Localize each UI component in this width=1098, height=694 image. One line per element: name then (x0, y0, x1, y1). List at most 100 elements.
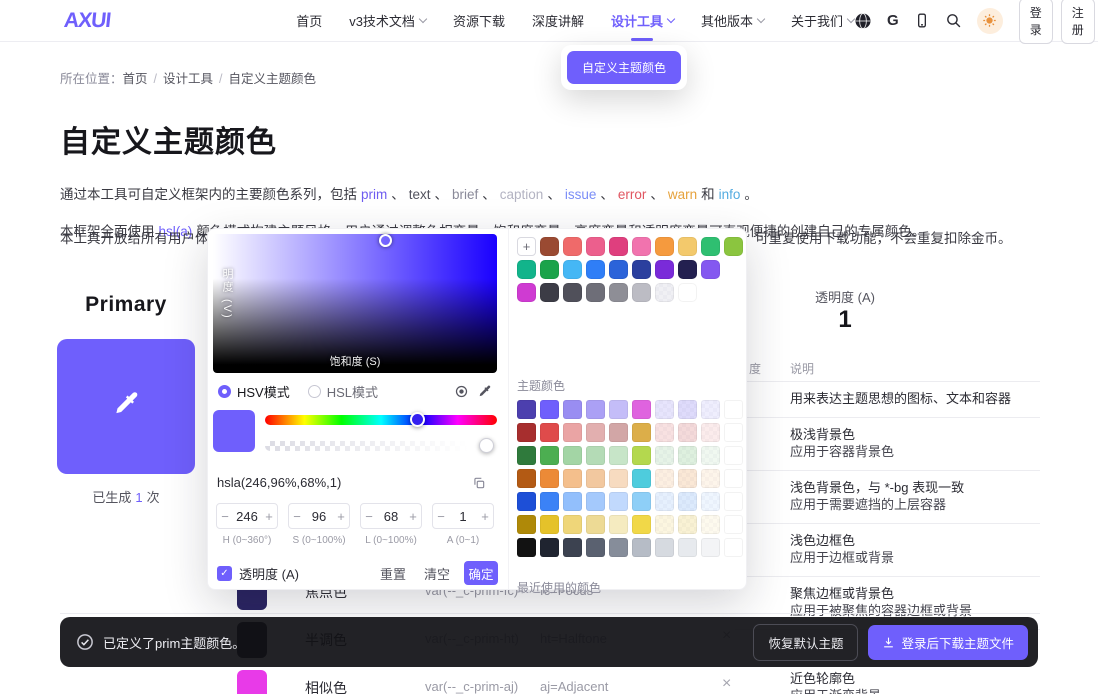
nav-item-other-versions[interactable]: 其他版本 (701, 0, 764, 41)
color-swatch[interactable] (517, 515, 536, 534)
color-link-issue[interactable]: issue (565, 187, 597, 202)
alpha-cursor[interactable] (479, 438, 494, 453)
color-swatch[interactable] (517, 423, 536, 442)
color-swatch[interactable] (724, 446, 743, 465)
logo[interactable]: AXUI (63, 9, 112, 33)
color-swatch[interactable] (701, 260, 720, 279)
increment-button[interactable]: + (261, 509, 277, 524)
decrement-button[interactable]: − (289, 509, 305, 524)
color-swatch[interactable] (563, 283, 582, 302)
color-swatch[interactable] (701, 538, 720, 557)
color-swatch[interactable] (724, 400, 743, 419)
gitee-icon[interactable]: G (887, 12, 899, 29)
color-swatch[interactable] (609, 492, 628, 511)
color-link-info[interactable]: info (719, 187, 741, 202)
color-swatch[interactable] (563, 538, 582, 557)
color-swatch[interactable] (540, 469, 559, 488)
color-swatch[interactable] (724, 538, 743, 557)
primary-color-swatch[interactable] (57, 339, 195, 474)
color-swatch[interactable] (540, 400, 559, 419)
color-link-brief[interactable]: brief (452, 187, 478, 202)
color-swatch[interactable] (632, 492, 651, 511)
confirm-button[interactable]: 确定 (464, 561, 498, 585)
color-swatch[interactable] (632, 515, 651, 534)
color-link-caption[interactable]: caption (500, 187, 544, 202)
copy-icon[interactable] (472, 476, 486, 490)
color-swatch[interactable] (517, 400, 536, 419)
color-swatch[interactable] (724, 469, 743, 488)
clear-button[interactable]: 清空 (424, 564, 450, 583)
color-swatch[interactable] (540, 492, 559, 511)
search-icon[interactable] (945, 12, 962, 29)
color-swatch[interactable] (586, 400, 605, 419)
color-swatch[interactable] (678, 237, 697, 256)
hsl-mode-label[interactable]: HSL模式 (327, 382, 378, 401)
color-swatch[interactable] (540, 515, 559, 534)
color-swatch[interactable] (724, 492, 743, 511)
color-swatch[interactable] (609, 400, 628, 419)
alpha-input[interactable]: 1 (449, 509, 477, 524)
hue-cursor[interactable] (410, 412, 425, 427)
color-swatch[interactable] (632, 538, 651, 557)
color-swatch[interactable] (701, 469, 720, 488)
increment-button[interactable]: + (405, 509, 421, 524)
mobile-icon[interactable] (914, 12, 930, 29)
color-swatch[interactable] (517, 469, 536, 488)
breadcrumb-home[interactable]: 首页 (123, 72, 148, 86)
color-swatch[interactable] (655, 492, 674, 511)
color-swatch[interactable] (678, 260, 697, 279)
saturation-value-area[interactable]: 明度 (V) 饱和度 (S) (213, 234, 497, 373)
color-swatch[interactable] (678, 515, 697, 534)
color-swatch[interactable] (586, 446, 605, 465)
color-swatch[interactable] (701, 237, 720, 256)
color-swatch[interactable] (609, 423, 628, 442)
color-swatch[interactable] (609, 446, 628, 465)
color-swatch[interactable] (632, 237, 651, 256)
color-swatch[interactable] (563, 237, 582, 256)
color-swatch[interactable] (609, 260, 628, 279)
color-swatch[interactable] (586, 237, 605, 256)
nav-item-home[interactable]: 首页 (296, 0, 322, 41)
color-swatch[interactable] (678, 283, 697, 302)
color-swatch[interactable] (632, 283, 651, 302)
color-swatch[interactable] (655, 469, 674, 488)
color-swatch[interactable] (563, 469, 582, 488)
theme-toggle-icon[interactable] (977, 8, 1003, 34)
color-link-error[interactable]: error (618, 187, 647, 202)
color-swatch[interactable] (701, 515, 720, 534)
hue-input[interactable]: 246 (233, 509, 261, 524)
add-color-button[interactable]: + (517, 237, 536, 256)
color-swatch[interactable] (632, 400, 651, 419)
increment-button[interactable]: + (333, 509, 349, 524)
color-swatch[interactable] (724, 237, 743, 256)
color-swatch[interactable] (609, 237, 628, 256)
color-swatch[interactable] (678, 446, 697, 465)
decrement-button[interactable]: − (217, 509, 233, 524)
color-swatch[interactable] (563, 446, 582, 465)
color-swatch[interactable] (563, 423, 582, 442)
color-swatch[interactable] (655, 423, 674, 442)
color-swatch[interactable] (724, 515, 743, 534)
increment-button[interactable]: + (477, 509, 493, 524)
color-swatch[interactable] (237, 670, 267, 694)
color-swatch[interactable] (517, 492, 536, 511)
login-button[interactable]: 登录 (1019, 0, 1053, 44)
color-swatch[interactable] (724, 423, 743, 442)
saturation-input[interactable]: 96 (305, 509, 333, 524)
hsl-mode-radio[interactable] (308, 385, 321, 398)
color-swatch[interactable] (586, 260, 605, 279)
color-swatch[interactable] (655, 260, 674, 279)
color-swatch[interactable] (563, 260, 582, 279)
color-swatch[interactable] (655, 237, 674, 256)
eyedropper-icon[interactable] (477, 384, 492, 399)
decrement-button[interactable]: − (361, 509, 377, 524)
nav-item-tutorials[interactable]: 深度讲解 (532, 0, 584, 41)
nav-item-docs[interactable]: v3技术文档 (349, 0, 426, 41)
color-swatch[interactable] (609, 469, 628, 488)
color-swatch[interactable] (586, 283, 605, 302)
color-swatch[interactable] (655, 538, 674, 557)
color-swatch[interactable] (586, 423, 605, 442)
color-swatch[interactable] (540, 446, 559, 465)
color-swatch[interactable] (609, 283, 628, 302)
color-swatch[interactable] (540, 423, 559, 442)
